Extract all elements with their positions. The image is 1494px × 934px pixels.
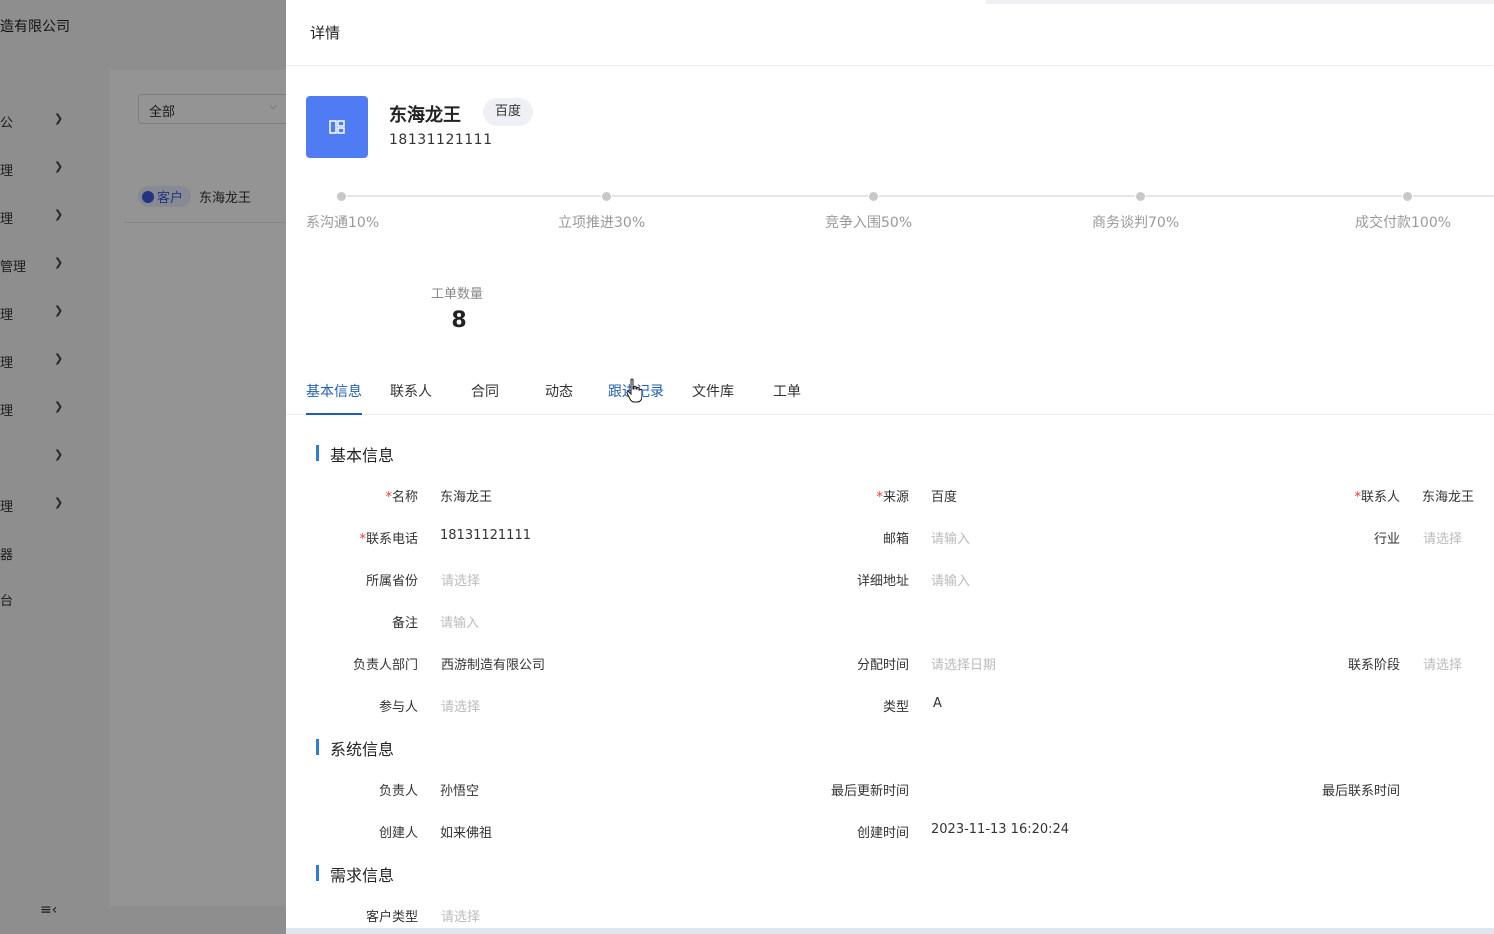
stage-dot[interactable] xyxy=(1402,191,1413,202)
tab-tickets[interactable]: 工单 xyxy=(773,382,801,414)
detail-drawer: 详情 东海龙王 百度 18131121111 系沟通10% 立项推进30% 竞争… xyxy=(286,0,1494,934)
section-title-system: 系统信息 xyxy=(316,736,394,760)
tab-contacts[interactable]: 联系人 xyxy=(390,382,432,414)
field-label-name: *名称 xyxy=(385,490,418,505)
field-label-remark: 备注 xyxy=(391,616,418,631)
ticket-count-value: 8 xyxy=(451,308,467,333)
field-value-created-at: 2023-11-13 16:20:24 xyxy=(931,822,1070,837)
field-label-contact: *联系人 xyxy=(1354,490,1400,505)
stage-label[interactable]: 立项推进30% xyxy=(558,212,645,232)
field-label-address: 详细地址 xyxy=(856,574,909,589)
customer-avatar xyxy=(306,96,368,158)
stage-label[interactable]: 商务谈判70% xyxy=(1092,212,1179,232)
field-value-assign-time[interactable]: 请选择日期 xyxy=(931,654,996,673)
field-value-remark[interactable]: 请输入 xyxy=(440,612,479,631)
field-label-email: 邮箱 xyxy=(882,532,909,547)
field-value-contact-stage[interactable]: 请选择 xyxy=(1423,654,1462,673)
field-value-customer-type[interactable]: 请选择 xyxy=(441,906,480,925)
hand-cursor-icon xyxy=(626,378,642,403)
stage-label[interactable]: 竞争入围50% xyxy=(825,212,912,232)
drawer-title: 详情 xyxy=(310,24,341,42)
field-label-dept: 负责人部门 xyxy=(352,658,418,673)
stage-dot[interactable] xyxy=(1135,191,1146,202)
field-label-last-contact: 最后联系时间 xyxy=(1321,784,1400,799)
drawer-header: 详情 xyxy=(286,0,1494,66)
section-title-demand: 需求信息 xyxy=(316,862,394,886)
field-value-address[interactable]: 请输入 xyxy=(931,570,970,589)
tab-contracts[interactable]: 合同 xyxy=(471,382,499,414)
field-value-phone[interactable]: 18131121111 xyxy=(440,528,531,543)
field-value-type[interactable]: A xyxy=(933,696,942,711)
field-label-customer-type: 客户类型 xyxy=(365,910,418,925)
section-title-basic: 基本信息 xyxy=(316,442,394,466)
stage-dot[interactable] xyxy=(601,191,612,202)
horizontal-scrollbar[interactable] xyxy=(286,928,1494,934)
field-label-participants: 参与人 xyxy=(378,700,418,715)
ticket-count-label: 工单数量 xyxy=(431,287,484,302)
field-label-province: 所属省份 xyxy=(365,574,418,589)
field-label-assign-time: 分配时间 xyxy=(856,658,909,673)
field-label-phone: *联系电话 xyxy=(359,532,418,547)
field-label-creator: 创建人 xyxy=(378,826,418,841)
stage-track xyxy=(341,195,1494,197)
field-value-email[interactable]: 请输入 xyxy=(931,528,970,547)
field-value-name[interactable]: 东海龙王 xyxy=(440,486,492,505)
field-value-province[interactable]: 请选择 xyxy=(441,570,480,589)
tab-activity[interactable]: 动态 xyxy=(545,382,573,414)
detail-tabs: 基本信息 联系人 合同 动态 跟进记录 文件库 工单 xyxy=(286,382,1494,415)
layout-icon xyxy=(329,120,345,134)
source-badge: 百度 xyxy=(483,98,534,126)
field-label-last-update: 最后更新时间 xyxy=(830,784,909,799)
field-label-created-at: 创建时间 xyxy=(856,826,909,841)
field-value-source[interactable]: 百度 xyxy=(931,486,957,505)
stage-dot[interactable] xyxy=(336,191,347,202)
stage-dot[interactable] xyxy=(868,191,879,202)
field-label-type: 类型 xyxy=(882,700,909,715)
field-value-industry[interactable]: 请选择 xyxy=(1423,528,1462,547)
field-value-participants[interactable]: 请选择 xyxy=(441,696,480,715)
stage-label[interactable]: 系沟通10% xyxy=(306,212,379,232)
field-value-dept[interactable]: 西游制造有限公司 xyxy=(441,654,545,673)
tab-files[interactable]: 文件库 xyxy=(692,382,734,414)
field-label-contact-stage: 联系阶段 xyxy=(1347,658,1400,673)
tab-basic-info[interactable]: 基本信息 xyxy=(306,382,362,415)
field-label-industry: 行业 xyxy=(1373,532,1400,547)
customer-phone: 18131121111 xyxy=(389,132,493,148)
stage-label[interactable]: 成交付款100% xyxy=(1355,212,1451,232)
customer-name: 东海龙王 xyxy=(389,105,461,126)
field-value-owner: 孙悟空 xyxy=(440,784,480,799)
modal-mask[interactable] xyxy=(0,0,286,934)
field-label-owner: 负责人 xyxy=(378,784,418,799)
field-value-creator: 如来佛祖 xyxy=(440,826,493,841)
field-value-contact[interactable]: 东海龙王 xyxy=(1422,486,1474,505)
field-label-source: *来源 xyxy=(876,490,909,505)
